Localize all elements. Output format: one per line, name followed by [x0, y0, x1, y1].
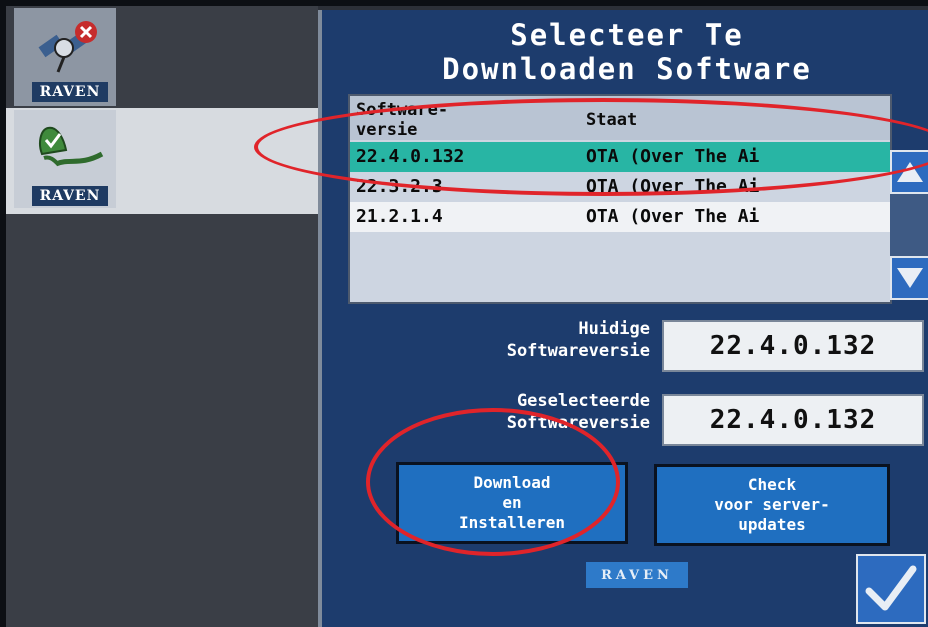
raven-badge: RAVEN: [32, 186, 108, 206]
selected-version-value: 22.4.0.132: [662, 394, 924, 446]
app-tile-satellite[interactable]: RAVEN: [14, 8, 116, 106]
list-row[interactable]: 21.2.1.4 OTA (Over The Ai: [350, 202, 890, 232]
red-annotation-ellipse: [254, 98, 928, 196]
app-sidebar: RAVEN RAVEN: [6, 6, 318, 627]
bell-check-icon: [39, 126, 104, 167]
scroll-down-button[interactable]: [890, 256, 928, 300]
red-annotation-ellipse: [366, 408, 620, 556]
current-version-label: Huidige Softwareversie: [506, 319, 650, 361]
triangle-down-icon: [897, 268, 923, 288]
checkmark-icon: [865, 565, 917, 611]
check-server-updates-button[interactable]: Check voor server- updates: [654, 464, 890, 546]
current-version-value: 22.4.0.132: [662, 320, 924, 372]
row-version: 21.2.1.4: [356, 206, 443, 227]
x-badge-icon: [75, 21, 97, 43]
dialog-title: Selecteer Te Downloaden Software: [442, 18, 812, 86]
confirm-button[interactable]: [856, 554, 926, 624]
app-tile-bell[interactable]: RAVEN: [14, 110, 116, 208]
row-status: OTA (Over The Ai: [586, 206, 760, 227]
display-screen: RAVEN RAVEN Selecteer Te Downloaden Soft…: [6, 6, 928, 627]
satellite-icon: [38, 21, 97, 73]
raven-badge: RAVEN: [32, 82, 108, 102]
raven-logo: RAVEN: [586, 562, 688, 588]
scroll-track[interactable]: [890, 194, 928, 256]
